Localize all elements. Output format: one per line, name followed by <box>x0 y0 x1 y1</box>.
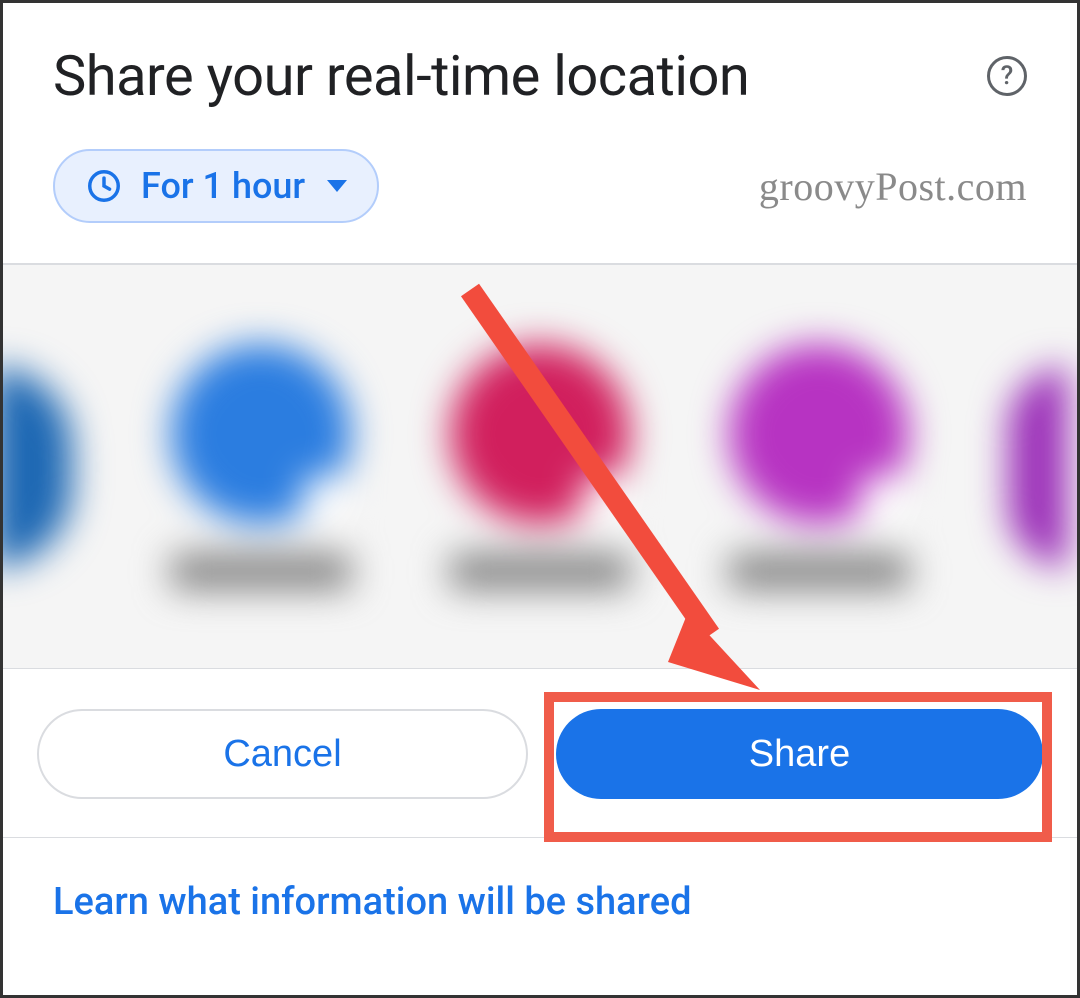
contact-avatar <box>171 344 351 524</box>
help-icon[interactable]: ? <box>987 56 1027 96</box>
contact-item[interactable] <box>729 344 909 589</box>
contact-name-blurred <box>450 554 630 589</box>
duration-label: For 1 hour <box>141 165 305 207</box>
duration-row: For 1 hour groovyPost.com <box>3 139 1077 264</box>
learn-more-link[interactable]: Learn what information will be shared <box>3 838 1077 966</box>
contact-avatar <box>450 344 630 524</box>
contact-name-blurred <box>729 554 909 589</box>
dialog-title: Share your real-time location <box>53 43 749 109</box>
contact-avatar[interactable] <box>1008 367 1068 567</box>
contact-name-blurred <box>171 554 351 589</box>
dialog-header: Share your real-time location ? <box>3 3 1077 139</box>
cancel-button[interactable]: Cancel <box>37 709 528 799</box>
clock-icon <box>85 167 123 205</box>
share-button[interactable]: Share <box>556 709 1043 799</box>
chevron-down-icon <box>327 180 347 192</box>
contact-item[interactable] <box>450 344 630 589</box>
contact-item[interactable] <box>171 344 351 589</box>
action-buttons: Cancel Share <box>3 669 1077 838</box>
contact-avatar[interactable] <box>3 367 72 567</box>
share-location-dialog: Share your real-time location ? For 1 ho… <box>0 0 1080 998</box>
watermark-text: groovyPost.com <box>759 163 1027 210</box>
contact-avatar <box>729 344 909 524</box>
duration-selector[interactable]: For 1 hour <box>53 149 379 223</box>
contacts-carousel[interactable] <box>3 264 1077 669</box>
